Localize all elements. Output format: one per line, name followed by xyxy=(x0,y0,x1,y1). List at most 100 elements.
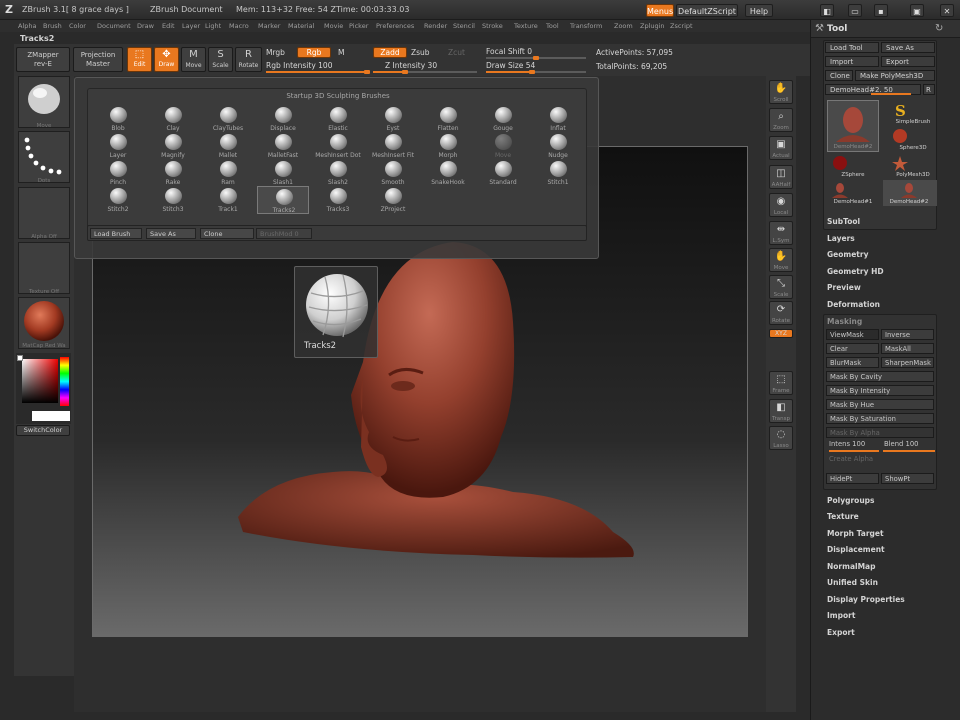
menu-document[interactable]: Document xyxy=(97,22,131,30)
brush-stitch2[interactable]: Stitch2 xyxy=(92,186,144,214)
draw-size-slider[interactable] xyxy=(486,70,586,74)
mask-by-saturation-button[interactable]: Mask By Saturation xyxy=(826,413,934,424)
maskall-button[interactable]: MaskAll xyxy=(881,343,934,354)
color-picker[interactable] xyxy=(16,353,71,424)
section-deformation[interactable]: Deformation xyxy=(827,300,880,309)
menu-stroke[interactable]: Stroke xyxy=(482,22,503,30)
section-import[interactable]: Import xyxy=(827,611,855,620)
mrgb-toggle[interactable]: Mrgb xyxy=(266,48,285,57)
brush-magnify[interactable]: Magnify xyxy=(147,132,199,160)
clone-brush-button[interactable]: Clone xyxy=(200,228,254,239)
brush-mallet[interactable]: Mallet xyxy=(202,132,254,160)
menu-tool[interactable]: Tool xyxy=(546,22,559,30)
brush-tracks3[interactable]: Tracks3 xyxy=(312,186,364,214)
layout-icon[interactable]: ▭ xyxy=(848,4,862,17)
rotate-button[interactable]: R Rotate xyxy=(235,47,262,72)
brush-eyst[interactable]: Eyst xyxy=(367,105,419,133)
brushmod-slider[interactable]: BrushMod 0 xyxy=(256,228,312,239)
menu-render[interactable]: Render xyxy=(424,22,447,30)
section-morph-target[interactable]: Morph Target xyxy=(827,529,884,538)
focal-shift-slider[interactable] xyxy=(486,56,586,60)
brush-slash1[interactable]: Slash1 xyxy=(257,159,309,187)
brush-track1[interactable]: Track1 xyxy=(202,186,254,214)
section-subtool[interactable]: SubTool xyxy=(827,217,860,226)
help-button[interactable]: Help xyxy=(745,4,773,17)
brush-thumbnail[interactable] xyxy=(18,76,70,128)
brush-move[interactable]: Move xyxy=(477,132,529,160)
load-brush-button[interactable]: Load Brush xyxy=(90,228,142,239)
section-unified-skin[interactable]: Unified Skin xyxy=(827,578,878,587)
projection-master-button[interactable]: Projection Master xyxy=(73,47,123,72)
brush-stitch1[interactable]: Stitch1 xyxy=(532,159,584,187)
brush-rake[interactable]: Rake xyxy=(147,159,199,187)
draw-button[interactable]: ✥ Draw xyxy=(154,47,179,72)
main-color-swatch[interactable] xyxy=(17,355,23,361)
load-tool-button[interactable]: Load Tool xyxy=(825,42,879,53)
brush-pinch[interactable]: Pinch xyxy=(92,159,144,187)
brush-layer[interactable]: Layer xyxy=(92,132,144,160)
rgb-toggle[interactable]: Rgb xyxy=(297,47,331,58)
showpt-button[interactable]: ShowPt xyxy=(881,473,934,484)
section-geometry[interactable]: Geometry xyxy=(827,250,868,259)
menu-marker[interactable]: Marker xyxy=(258,22,280,30)
menu-layer[interactable]: Layer xyxy=(182,22,200,30)
brush-clay[interactable]: Clay xyxy=(147,105,199,133)
material-thumbnail[interactable] xyxy=(18,297,70,349)
brush-displace[interactable]: Displace xyxy=(257,105,309,133)
save-as-button[interactable]: Save As xyxy=(881,42,935,53)
brush-standard[interactable]: Standard xyxy=(477,159,529,187)
menu-texture[interactable]: Texture xyxy=(514,22,538,30)
brush-malletfast[interactable]: MalletFast xyxy=(257,132,309,160)
menu-zscript[interactable]: Zscript xyxy=(670,22,693,30)
shelf-xyz-button[interactable]: XYZ xyxy=(769,329,793,338)
section-normalmap[interactable]: NormalMap xyxy=(827,562,875,571)
r-button[interactable]: R xyxy=(923,84,935,95)
alpha-thumbnail[interactable] xyxy=(18,187,70,239)
zmapper-button[interactable]: ZMapper rev-E xyxy=(16,47,70,72)
section-display-properties[interactable]: Display Properties xyxy=(827,595,905,604)
zsub-toggle[interactable]: Zsub xyxy=(411,48,430,57)
menu-preferences[interactable]: Preferences xyxy=(376,22,414,30)
sharpenmask-button[interactable]: SharpenMask xyxy=(881,357,934,368)
inverse-button[interactable]: Inverse xyxy=(881,329,934,340)
scale-button[interactable]: S Scale xyxy=(208,47,233,72)
mask-by-cavity-button[interactable]: Mask By Cavity xyxy=(826,371,934,382)
brush-snakehook[interactable]: SnakeHook xyxy=(422,159,474,187)
stroke-thumbnail[interactable] xyxy=(18,131,70,183)
rgb-intensity-slider[interactable] xyxy=(266,70,370,74)
mask-by-hue-button[interactable]: Mask By Hue xyxy=(826,399,934,410)
menu-macro[interactable]: Macro xyxy=(229,22,249,30)
brush-slash2[interactable]: Slash2 xyxy=(312,159,364,187)
clear-mask-button[interactable]: Clear xyxy=(826,343,879,354)
section-displacement[interactable]: Displacement xyxy=(827,545,885,554)
color-saturation-field[interactable] xyxy=(22,359,58,403)
brush-flatten[interactable]: Flatten xyxy=(422,105,474,133)
texture-thumbnail[interactable] xyxy=(18,242,70,294)
restore-icon[interactable]: ▣ xyxy=(910,4,924,17)
menu-edit[interactable]: Edit xyxy=(162,22,175,30)
intens-slider[interactable]: Intens 100 xyxy=(826,439,879,450)
refresh-icon[interactable]: ↻ xyxy=(935,23,943,34)
brush-nudge[interactable]: Nudge xyxy=(532,132,584,160)
close-icon[interactable]: ✕ xyxy=(940,4,954,17)
brush-morph[interactable]: Morph xyxy=(422,132,474,160)
brush-elastic[interactable]: Elastic xyxy=(312,105,364,133)
edit-button[interactable]: ⬚ Edit xyxy=(127,47,152,72)
section-layers[interactable]: Layers xyxy=(827,234,855,243)
make-polymesh-button[interactable]: Make PolyMesh3D xyxy=(855,70,935,81)
brush-inflat[interactable]: Inflat xyxy=(532,105,584,133)
section-preview[interactable]: Preview xyxy=(827,283,861,292)
brush-gouge[interactable]: Gouge xyxy=(477,105,529,133)
minimize-icon[interactable]: ▪ xyxy=(874,4,888,17)
brush-blob[interactable]: Blob xyxy=(92,105,144,133)
menu-stencil[interactable]: Stencil xyxy=(453,22,475,30)
blend-slider[interactable]: Blend 100 xyxy=(881,439,934,450)
menu-color[interactable]: Color xyxy=(69,22,86,30)
menu-zplugin[interactable]: Zplugin xyxy=(640,22,665,30)
save-as-button[interactable]: Save As xyxy=(146,228,196,239)
menu-transform[interactable]: Transform xyxy=(570,22,602,30)
menu-brush[interactable]: Brush xyxy=(43,22,62,30)
menu-light[interactable]: Light xyxy=(205,22,221,30)
brush-smooth[interactable]: Smooth xyxy=(367,159,419,187)
menu-alpha[interactable]: Alpha xyxy=(18,22,36,30)
